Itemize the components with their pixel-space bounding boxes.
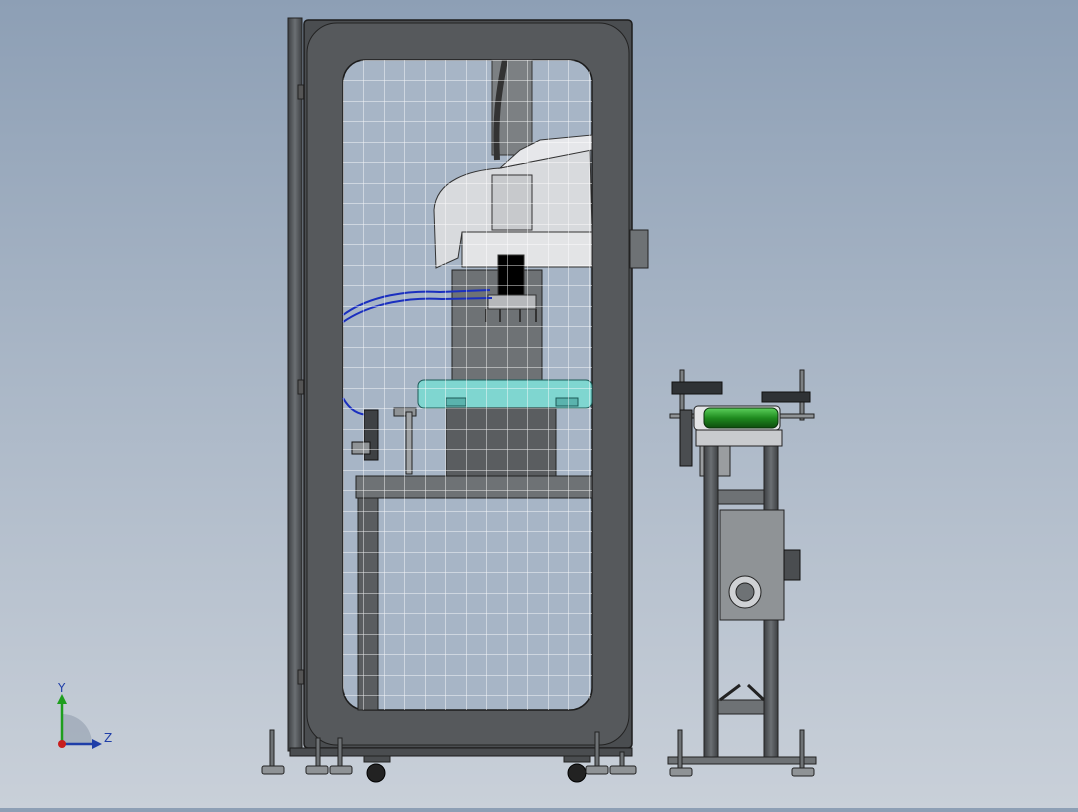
leveling-foot — [791, 729, 815, 777]
assembly-drawing — [261, 17, 817, 783]
roller-stand — [667, 369, 817, 777]
leveling-foot — [261, 729, 285, 775]
orientation-triad[interactable]: Y Z — [40, 680, 130, 760]
left-post — [287, 17, 305, 752]
triad-quadrant — [62, 714, 92, 744]
y-axis-arrowhead — [57, 694, 67, 704]
z-axis-arrowhead — [92, 739, 102, 749]
y-axis-label: Y — [57, 681, 66, 695]
leveling-foot — [669, 729, 693, 777]
x-axis-dot — [58, 740, 66, 748]
caster-wheel — [363, 755, 391, 783]
cad-viewport[interactable]: Y Z — [0, 0, 1078, 808]
z-axis-label: Z — [104, 731, 112, 745]
